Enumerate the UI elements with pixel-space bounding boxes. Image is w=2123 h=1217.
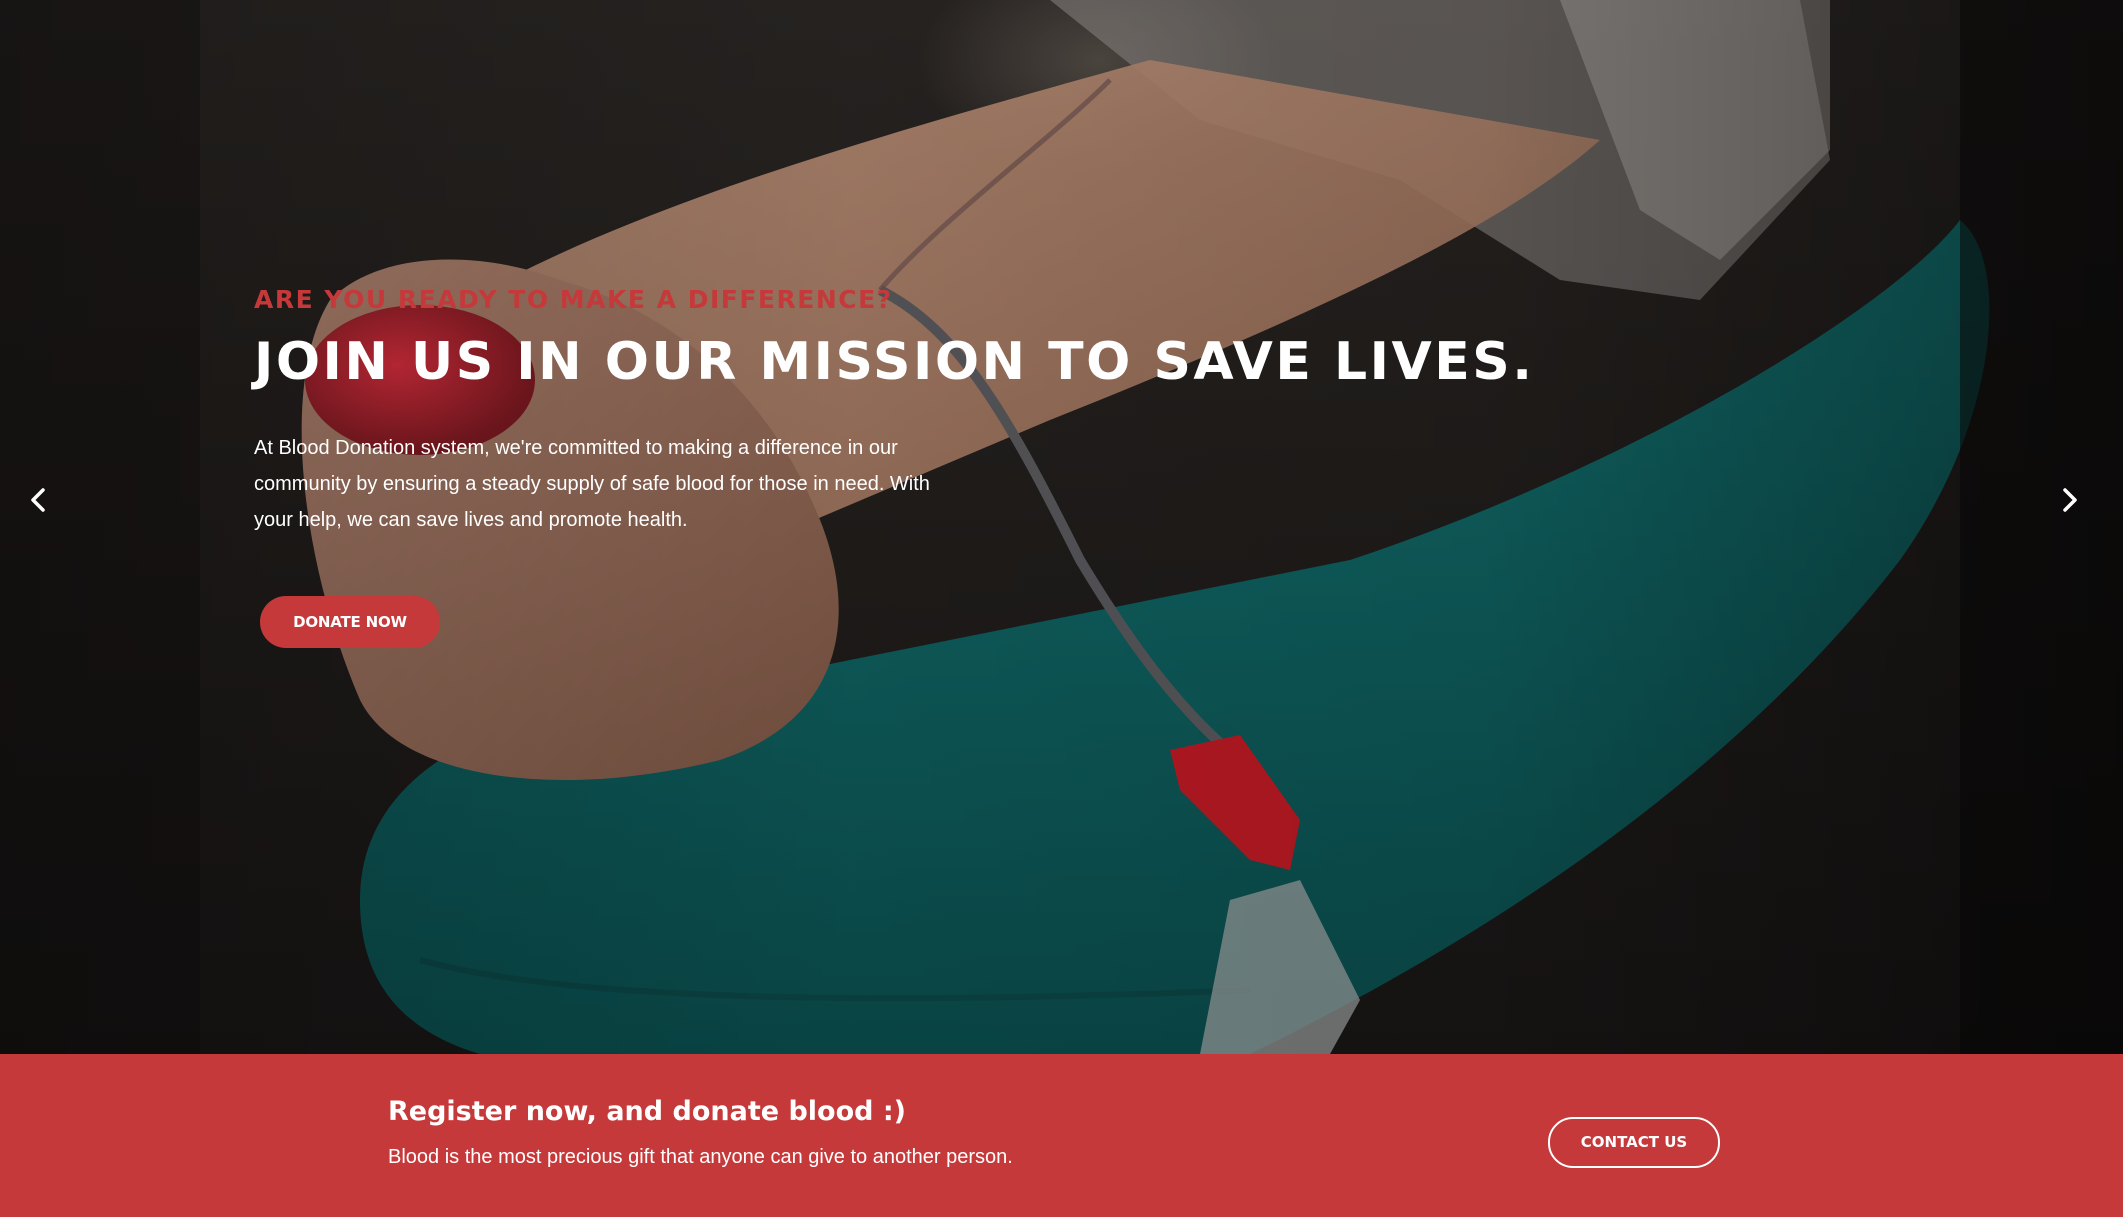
register-cta-band: Register now, and donate blood :) Blood … bbox=[0, 1054, 2123, 1217]
hero-eyebrow: ARE YOU READY TO MAKE A DIFFERENCE? bbox=[254, 285, 893, 314]
contact-us-button[interactable]: CONTACT US bbox=[1548, 1117, 1720, 1168]
hero-headline: JOIN US IN OUR MISSION TO SAVE LIVES. bbox=[254, 332, 1535, 392]
hero-description: At Blood Donation system, we're committe… bbox=[254, 437, 930, 531]
page: ARE YOU READY TO MAKE A DIFFERENCE? JOIN… bbox=[0, 0, 2123, 1217]
carousel-next-button[interactable] bbox=[2050, 480, 2090, 520]
cta-title: Register now, and donate blood :) bbox=[388, 1096, 906, 1127]
chevron-left-icon bbox=[31, 488, 45, 512]
hero-content: ARE YOU READY TO MAKE A DIFFERENCE? JOIN… bbox=[254, 285, 1554, 648]
donate-now-button[interactable]: DONATE NOW bbox=[260, 596, 440, 648]
carousel-prev-button[interactable] bbox=[18, 480, 58, 520]
hero-carousel-slide: ARE YOU READY TO MAKE A DIFFERENCE? JOIN… bbox=[0, 0, 2123, 1054]
chevron-right-icon bbox=[2063, 488, 2077, 512]
cta-subtitle: Blood is the most precious gift that any… bbox=[388, 1146, 1013, 1168]
